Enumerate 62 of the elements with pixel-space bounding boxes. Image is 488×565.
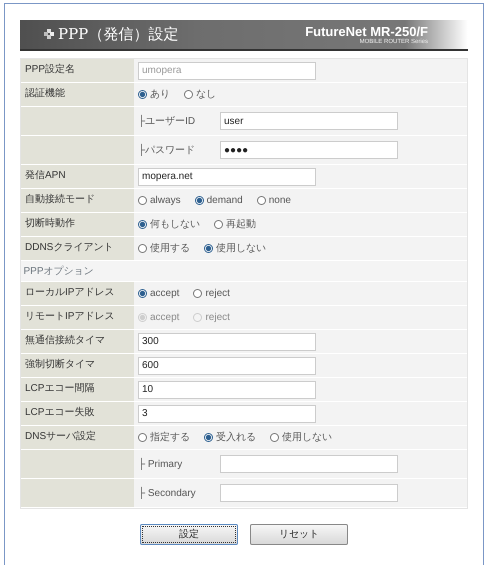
text-field[interactable]: 600 — [138, 356, 316, 374]
field-label: DNSサーバ設定 — [25, 431, 96, 442]
field-label: 認証機能 — [25, 88, 65, 99]
field-label: LCPエコー失敗 — [25, 407, 94, 418]
radio-label: 使用する — [150, 242, 190, 256]
brand-logo: FutureNet MR-250/F — [305, 24, 428, 38]
text-field[interactable] — [220, 455, 398, 473]
field-label: ├ユーザーID — [138, 114, 196, 128]
field-label: ├ Secondary — [138, 486, 197, 500]
radio-label: always — [150, 194, 181, 208]
radio-label: 使用しない — [282, 431, 332, 445]
submit-button[interactable]: 設定 — [140, 524, 238, 545]
radio-button[interactable] — [184, 90, 193, 99]
field-label: DDNSクライアント — [25, 242, 114, 253]
page-title: PPP（発信）設定 — [58, 24, 178, 46]
section-label: PPPオプション — [22, 264, 95, 278]
radio-button[interactable] — [138, 196, 147, 205]
text-field[interactable]: mopera.net — [138, 168, 316, 186]
radio-label: accept — [150, 287, 180, 301]
radio-button[interactable] — [270, 433, 279, 442]
field-label: ローカルIPアドレス — [25, 287, 114, 298]
reset-button[interactable]: リセット — [250, 524, 348, 545]
field-label: LCPエコー間隔 — [25, 383, 94, 394]
field-label: PPP設定名 — [25, 64, 76, 75]
radio-label: 使用しない — [216, 242, 266, 256]
radio-label: demand — [206, 194, 243, 208]
radio-label: あり — [150, 88, 170, 102]
text-field[interactable]: 300 — [138, 332, 316, 350]
field-label: 無通信接続タイマ — [25, 335, 105, 346]
radio-button[interactable] — [138, 433, 147, 442]
field-label: ├パスワード — [138, 142, 196, 158]
text-field[interactable] — [220, 484, 398, 502]
radio-button[interactable] — [256, 196, 266, 205]
field-label: 自動接続モード — [25, 194, 95, 205]
field-label: リモートIPアドレス — [25, 311, 114, 322]
radio-button[interactable] — [138, 220, 147, 229]
radio-button[interactable] — [214, 220, 223, 229]
radio-label: 受入れる — [216, 430, 256, 445]
radio-button[interactable] — [193, 289, 202, 298]
radio-label: 再起動 — [226, 218, 256, 232]
radio-button[interactable] — [204, 433, 213, 442]
field-label: 発信APN — [25, 170, 66, 181]
radio-label: accept — [150, 311, 180, 325]
field-label: 切断時動作 — [25, 218, 75, 229]
text-field[interactable]: 10 — [138, 380, 316, 398]
bullet-icon — [44, 27, 54, 42]
radio-label: 何もしない — [150, 218, 200, 232]
radio-label: 指定する — [150, 430, 190, 445]
radio-label: なし — [196, 88, 216, 102]
radio-label: reject — [205, 287, 230, 301]
text-field[interactable]: 3 — [138, 404, 316, 422]
radio-button[interactable] — [138, 90, 147, 99]
radio-button[interactable] — [138, 289, 147, 298]
field-label: 強制切断タイマ — [25, 359, 95, 370]
radio-button[interactable] — [204, 244, 213, 253]
text-field[interactable]: ●●●● — [220, 141, 398, 159]
radio-button[interactable] — [138, 244, 147, 253]
radio-button[interactable] — [194, 196, 204, 205]
text-field[interactable]: user — [220, 112, 398, 130]
radio-label: none — [268, 194, 291, 208]
field-label: ├ Primary — [138, 456, 184, 472]
radio-label: reject — [205, 311, 230, 325]
